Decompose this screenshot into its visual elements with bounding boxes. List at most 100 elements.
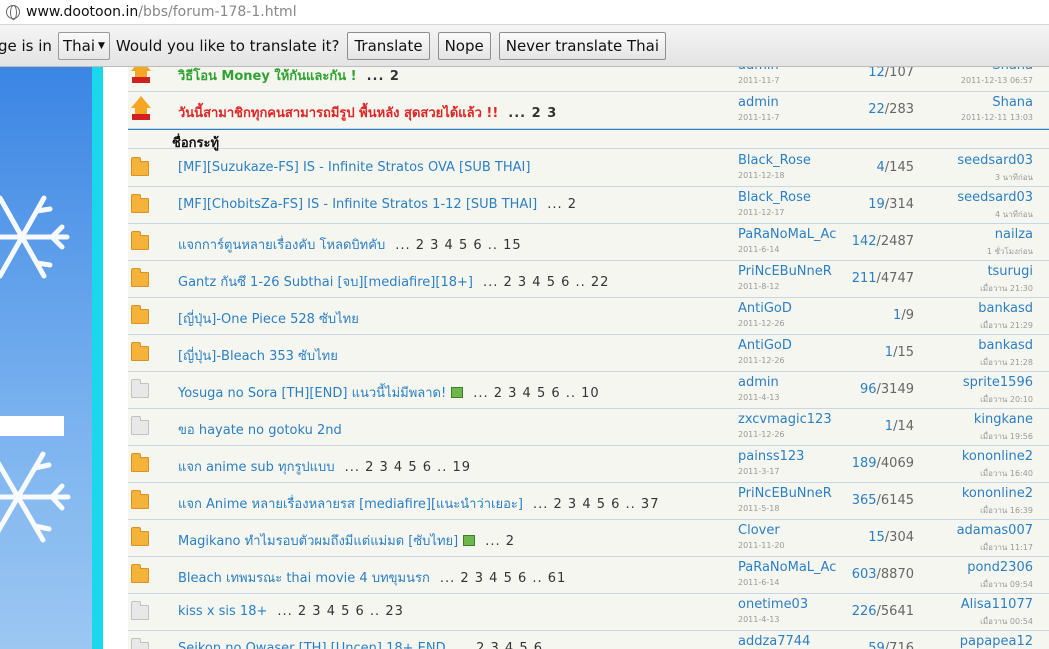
view-count: 283 — [889, 102, 914, 117]
last-poster[interactable]: kingkane — [974, 412, 1033, 427]
thread-author[interactable]: PriNcEBuNneR — [738, 486, 832, 501]
reply-count: 19 — [868, 197, 885, 212]
thread-author[interactable]: zxcvmagic123 — [738, 412, 832, 427]
page-links[interactable]: ... 2 3 4 5 6 — [456, 641, 543, 649]
folder-new-icon — [131, 305, 149, 324]
thread-title-link[interactable]: Seikon no Qwaser [TH] [Uncen] 18+ END — [178, 641, 446, 649]
last-poster[interactable]: kononline2 — [962, 449, 1033, 464]
thread-author[interactable]: AntiGoD — [738, 301, 792, 316]
thread-author[interactable]: Black_Rose — [738, 153, 811, 168]
page-links[interactable]: ... 2 3 4 5 6 .. 22 — [483, 275, 610, 290]
page-links[interactable]: ... 2 3 4 5 6 .. 19 — [345, 460, 472, 475]
last-poster[interactable]: papapea12 — [960, 634, 1033, 649]
thread-title-link[interactable]: Yosuga no Sora [TH][END] แนวนี้ไม่มีพลาด… — [178, 386, 446, 401]
view-count: 5641 — [880, 604, 914, 619]
view-count: 4747 — [880, 271, 914, 286]
thread-title: วันนี้สามาชิกทุกคนสามารถมีรูป พื้นหลัง ส… — [178, 102, 557, 123]
thread-author[interactable]: Black_Rose — [738, 190, 811, 205]
thread-row: Magikano ทำไมรอบตัวผมถึงมีแต่แม่มด [ซับไ… — [128, 520, 1049, 557]
page-links[interactable]: ... 2 — [547, 197, 577, 212]
last-poster[interactable]: seedsard03 — [957, 190, 1033, 205]
thread-author[interactable]: PriNcEBuNneR — [738, 264, 832, 279]
last-poster[interactable]: Alisa11077 — [961, 597, 1033, 612]
thread-title-link[interactable]: Magikano ทำไมรอบตัวผมถึงมีแต่แม่มด [ซับไ… — [178, 534, 458, 549]
view-count: 107 — [889, 67, 914, 80]
page-links[interactable]: ... 2 3 — [508, 106, 557, 121]
page-links[interactable]: ... 2 3 4 5 6 .. 61 — [440, 571, 567, 586]
thread-title-link[interactable]: [MF][ChobitsZa-FS] IS - Infinite Stratos… — [178, 197, 537, 212]
last-poster[interactable]: adamas007 — [957, 523, 1033, 538]
thread-author[interactable]: admin — [738, 95, 779, 110]
pin-body-shape — [135, 70, 147, 77]
author-date: 2011-3-17 — [738, 467, 780, 476]
last-post-time: เมื่อวาน 16:40 — [980, 469, 1033, 478]
thread-title-link[interactable]: Gantz กันซึ 1-26 Subthai [จบ][mediafire]… — [178, 275, 473, 290]
last-poster[interactable]: Shana — [992, 95, 1033, 110]
author-date: 2011-12-26 — [738, 356, 785, 365]
cyan-border-strip — [92, 67, 103, 649]
thread-title-link[interactable]: [ญี่ปุ่น]-Bleach 353 ซับไทย — [178, 349, 338, 364]
last-post-time: เมื่อวาน 21:30 — [980, 284, 1033, 293]
thread-row: [ญี่ปุ่น]-Bleach 353 ซับไทย AntiGoD 2011-1… — [128, 335, 1049, 372]
page-links[interactable]: ... 2 3 4 5 6 .. 37 — [533, 497, 660, 512]
thread-author[interactable]: painss123 — [738, 449, 804, 464]
thread-title-link[interactable]: วันนี้สามาชิกทุกคนสามารถมีรูป พื้นหลัง ส… — [178, 106, 498, 121]
thread-row: แจกการ์ตูนหลายเรื่องคับ โหลดบิทคับ ... 2 … — [128, 224, 1049, 261]
background-decoration — [0, 67, 92, 649]
last-poster[interactable]: sprite1596 — [963, 375, 1033, 390]
thread-author[interactable]: Clover — [738, 523, 780, 538]
thread-author[interactable]: admin — [738, 375, 779, 390]
thread-author[interactable]: PaRaNoMaL_Ac — [738, 227, 836, 242]
last-poster[interactable]: pond2306 — [967, 560, 1033, 575]
last-poster[interactable]: nailza — [995, 227, 1033, 242]
reply-count: 1 — [884, 345, 894, 360]
thread-title-link[interactable]: kiss x sis 18+ — [178, 604, 267, 619]
page-links[interactable]: ... 2 3 4 5 6 .. 23 — [277, 604, 404, 619]
thread-author[interactable]: admin — [738, 67, 779, 73]
page-links[interactable]: ... 2 3 4 5 6 .. 10 — [473, 386, 600, 401]
thread-row: Yosuga no Sora [TH][END] แนวนี้ไม่มีพลาด… — [128, 372, 1049, 409]
view-count: 716 — [889, 641, 914, 649]
never-translate-button[interactable]: Never translate Thai — [498, 31, 667, 60]
last-poster[interactable]: Shana — [992, 67, 1033, 73]
thread-author[interactable]: PaRaNoMaL_Ac — [738, 560, 836, 575]
thread-row: แจก anime sub ทุกรูปแบบ ... 2 3 4 5 6 .. … — [128, 446, 1049, 483]
thread-title-link[interactable]: [ญี่ปุ่น]-One Piece 528 ซับไทย — [178, 312, 359, 327]
folder-new-icon — [131, 453, 149, 472]
reply-view-counts: 59/716 — [828, 641, 914, 649]
last-poster[interactable]: bankasd — [978, 338, 1033, 353]
page-links[interactable]: ... 2 — [367, 69, 400, 84]
pin-tag-shape — [132, 114, 150, 120]
reply-view-counts: 1/15 — [828, 345, 914, 360]
thread-title-link[interactable]: แจก anime sub ทุกรูปแบบ — [178, 460, 335, 475]
page-links[interactable]: ... 2 — [485, 534, 515, 549]
thread-title-link[interactable]: Bleach เทพมรณะ thai movie 4 บทขุมนรก — [178, 571, 430, 586]
folder-new-icon — [131, 342, 149, 361]
thread-title-link[interactable]: [MF][Suzukaze-FS] IS - Infinite Stratos … — [178, 160, 530, 175]
translate-button[interactable]: Translate — [347, 31, 430, 60]
thread-title-link[interactable]: แจก Anime หลายเรื่องหลายรส [mediafire][แ… — [178, 497, 523, 512]
thread-author[interactable]: addza7744 — [738, 634, 810, 649]
thread-title-link[interactable]: ขอ hayate no gotoku 2nd — [178, 423, 342, 438]
thread-title-link[interactable]: วิธีโอน Money ให้กันและกัน ! — [178, 69, 357, 84]
page-links[interactable]: ... 2 3 4 5 6 .. 15 — [395, 238, 522, 253]
thread-author[interactable]: onetime03 — [738, 597, 808, 612]
thread-row: Seikon no Qwaser [TH] [Uncen] 18+ END...… — [128, 631, 1049, 649]
translate-infobar: ge is in Thai ▼ Would you like to transla… — [0, 25, 1049, 67]
last-poster[interactable]: tsurugi — [987, 264, 1033, 279]
thread-author[interactable]: AntiGoD — [738, 338, 792, 353]
last-poster[interactable]: seedsard03 — [957, 153, 1033, 168]
nope-button[interactable]: Nope — [437, 31, 491, 60]
author-date: 2011-12-18 — [738, 171, 785, 180]
language-select[interactable]: Thai ▼ — [57, 31, 110, 60]
address-bar[interactable]: www.dootoon.in/bbs/forum-178-1.html — [0, 0, 1049, 25]
last-poster[interactable]: kononline2 — [962, 486, 1033, 501]
thread-title: Yosuga no Sora [TH][END] แนวนี้ไม่มีพลาด… — [178, 382, 600, 403]
reply-count: 1 — [884, 419, 894, 434]
last-poster[interactable]: bankasd — [978, 301, 1033, 316]
folder-read-icon — [131, 638, 149, 649]
thread-title-link[interactable]: แจกการ์ตูนหลายเรื่องคับ โหลดบิทคับ — [178, 238, 385, 253]
url-text[interactable]: www.dootoon.in/bbs/forum-178-1.html — [26, 4, 297, 20]
thread-title: แจก Anime หลายเรื่องหลายรส [mediafire][แ… — [178, 493, 659, 514]
thread-row: kiss x sis 18+ ... 2 3 4 5 6 .. 23 onetime… — [128, 594, 1049, 631]
